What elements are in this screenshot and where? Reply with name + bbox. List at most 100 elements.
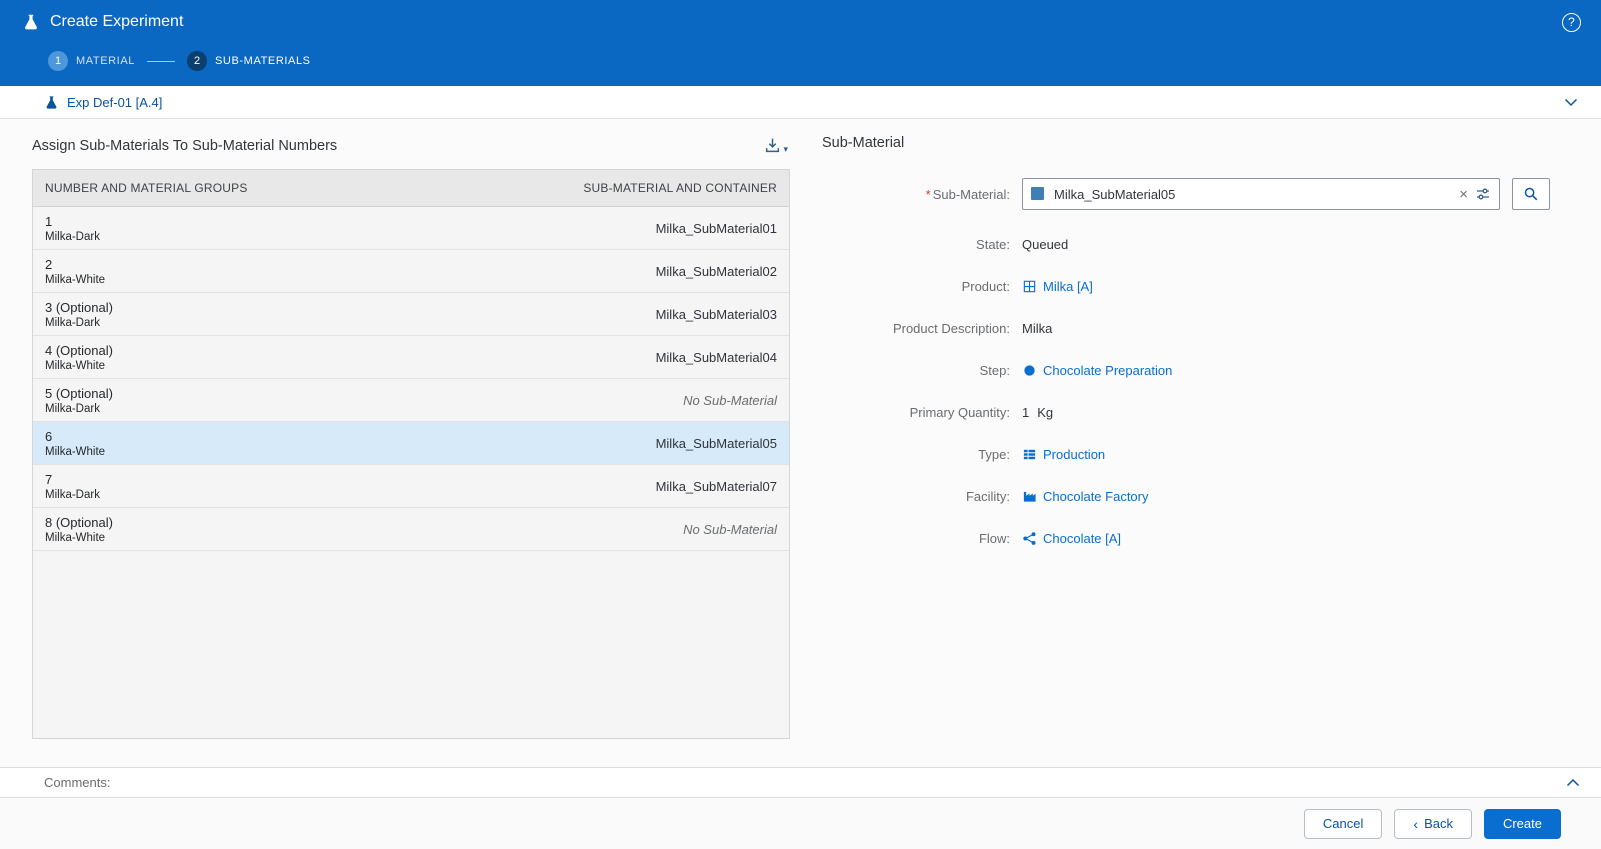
step-label: SUB-MATERIALS bbox=[215, 55, 311, 67]
table-row[interactable]: 5 (Optional) Milka-Dark No Sub-Material bbox=[33, 379, 789, 422]
step-value: Chocolate Preparation bbox=[1043, 363, 1172, 378]
sub-material-input[interactable] bbox=[1022, 178, 1500, 210]
type-field-row: Type: Production bbox=[822, 447, 1555, 462]
wizard-step-material[interactable]: 1 MATERIAL bbox=[48, 51, 135, 71]
flask-icon bbox=[44, 95, 59, 110]
page-title: Create Experiment bbox=[50, 13, 183, 31]
chevron-up-icon[interactable] bbox=[1565, 775, 1581, 791]
type-list-icon bbox=[1022, 447, 1037, 462]
sub-material-table: NUMBER AND MATERIAL GROUPS SUB-MATERIAL … bbox=[32, 169, 790, 739]
row-material-cell: 5 (Optional) Milka-Dark bbox=[45, 386, 113, 415]
assign-panel-header: Assign Sub-Materials To Sub-Material Num… bbox=[32, 135, 790, 156]
wizard-step-sub-materials[interactable]: 2 SUB-MATERIALS bbox=[187, 51, 311, 71]
experiment-title: Exp Def-01 [A.4] bbox=[67, 95, 162, 110]
sub-material-detail-panel: Sub-Material *Sub-Material: × bbox=[790, 119, 1601, 767]
row-number: 2 bbox=[45, 257, 105, 272]
row-sub-material: Milka_SubMaterial07 bbox=[656, 479, 777, 494]
detail-panel-title: Sub-Material bbox=[822, 135, 1555, 151]
flow-field-row: Flow: Chocolate [A] bbox=[822, 531, 1555, 546]
cancel-button[interactable]: Cancel bbox=[1304, 809, 1382, 839]
row-number: 7 bbox=[45, 472, 100, 487]
step-connector bbox=[147, 61, 175, 62]
primary-quantity-value: 1 bbox=[1022, 405, 1029, 420]
row-group: Milka-White bbox=[45, 360, 113, 372]
facility-link[interactable]: Chocolate Factory bbox=[1022, 489, 1149, 504]
product-description-value: Milka bbox=[1022, 321, 1052, 336]
chevron-down-icon: ▾ bbox=[783, 144, 788, 154]
row-group: Milka-White bbox=[45, 274, 105, 286]
type-link[interactable]: Production bbox=[1022, 447, 1105, 462]
step-label: MATERIAL bbox=[76, 55, 135, 67]
table-row[interactable]: 4 (Optional) Milka-White Milka_SubMateri… bbox=[33, 336, 789, 379]
footer-action-bar: Cancel ‹ Back Create bbox=[0, 797, 1601, 849]
table-row[interactable]: 7 Milka-Dark Milka_SubMaterial07 bbox=[33, 465, 789, 508]
facility-label: Facility: bbox=[822, 489, 1010, 504]
sub-material-label: *Sub-Material: bbox=[822, 187, 1010, 202]
product-field-row: Product: Milka [A] bbox=[822, 279, 1555, 294]
step-field-row: Step: Chocolate Preparation bbox=[822, 363, 1555, 378]
main-content: Assign Sub-Materials To Sub-Material Num… bbox=[0, 119, 1601, 767]
row-sub-material: No Sub-Material bbox=[683, 393, 777, 408]
experiment-header-bar[interactable]: Exp Def-01 [A.4] bbox=[0, 86, 1601, 119]
row-material-cell: 3 (Optional) Milka-Dark bbox=[45, 300, 113, 329]
step-number: 2 bbox=[187, 51, 207, 71]
row-material-cell: 7 Milka-Dark bbox=[45, 472, 100, 501]
product-description-field-row: Product Description: Milka bbox=[822, 321, 1555, 336]
flow-link[interactable]: Chocolate [A] bbox=[1022, 531, 1121, 546]
sub-material-input-group: × bbox=[1022, 178, 1500, 210]
help-icon[interactable]: ? bbox=[1562, 13, 1581, 32]
create-experiment-page: Create Experiment ? 1 MATERIAL 2 SUB-MAT… bbox=[0, 0, 1601, 849]
search-icon bbox=[1523, 186, 1539, 202]
export-button[interactable]: ▾ bbox=[762, 135, 790, 156]
table-row[interactable]: 1 Milka-Dark Milka_SubMaterial01 bbox=[33, 207, 789, 250]
clear-icon[interactable]: × bbox=[1459, 178, 1468, 210]
comments-bar[interactable]: Comments: bbox=[0, 767, 1601, 797]
required-marker: * bbox=[926, 187, 931, 202]
detail-form: *Sub-Material: × bbox=[822, 178, 1555, 546]
table-empty-area bbox=[33, 551, 789, 738]
step-link[interactable]: Chocolate Preparation bbox=[1022, 363, 1172, 378]
column-header-number-groups: NUMBER AND MATERIAL GROUPS bbox=[45, 181, 248, 195]
value-help-icon[interactable] bbox=[1475, 186, 1491, 202]
flow-value: Chocolate [A] bbox=[1043, 531, 1121, 546]
row-sub-material: Milka_SubMaterial02 bbox=[656, 264, 777, 279]
type-label: Type: bbox=[822, 447, 1010, 462]
row-number: 6 bbox=[45, 429, 105, 444]
header: Create Experiment ? 1 MATERIAL 2 SUB-MAT… bbox=[0, 0, 1601, 86]
row-material-cell: 8 (Optional) Milka-White bbox=[45, 515, 113, 544]
primary-quantity-label: Primary Quantity: bbox=[822, 405, 1010, 420]
assign-panel-title: Assign Sub-Materials To Sub-Material Num… bbox=[32, 138, 337, 154]
step-label: Step: bbox=[822, 363, 1010, 378]
sub-material-field-row: *Sub-Material: × bbox=[822, 178, 1555, 210]
state-field-row: State: Queued bbox=[822, 237, 1555, 252]
row-number: 5 (Optional) bbox=[45, 386, 113, 401]
row-sub-material: Milka_SubMaterial03 bbox=[656, 307, 777, 322]
table-header-row: NUMBER AND MATERIAL GROUPS SUB-MATERIAL … bbox=[33, 170, 789, 207]
product-grid-icon bbox=[1022, 279, 1037, 294]
download-icon bbox=[764, 137, 781, 154]
row-material-cell: 1 Milka-Dark bbox=[45, 214, 100, 243]
product-value: Milka [A] bbox=[1043, 279, 1093, 294]
row-material-cell: 4 (Optional) Milka-White bbox=[45, 343, 113, 372]
chevron-down-icon[interactable] bbox=[1563, 94, 1579, 110]
table-row[interactable]: 3 (Optional) Milka-Dark Milka_SubMateria… bbox=[33, 293, 789, 336]
assign-panel: Assign Sub-Materials To Sub-Material Num… bbox=[0, 119, 790, 767]
column-header-sub-material: SUB-MATERIAL AND CONTAINER bbox=[583, 181, 777, 195]
create-button[interactable]: Create bbox=[1484, 809, 1561, 839]
row-material-cell: 6 Milka-White bbox=[45, 429, 105, 458]
factory-icon bbox=[1022, 489, 1037, 504]
chevron-left-icon: ‹ bbox=[1413, 817, 1418, 831]
row-number: 8 (Optional) bbox=[45, 515, 113, 530]
row-sub-material: Milka_SubMaterial05 bbox=[656, 436, 777, 451]
product-link[interactable]: Milka [A] bbox=[1022, 279, 1093, 294]
type-value: Production bbox=[1043, 447, 1105, 462]
search-button[interactable] bbox=[1512, 178, 1550, 210]
state-label: State: bbox=[822, 237, 1010, 252]
table-row[interactable]: 2 Milka-White Milka_SubMaterial02 bbox=[33, 250, 789, 293]
row-number: 1 bbox=[45, 214, 100, 229]
table-row[interactable]: 8 (Optional) Milka-White No Sub-Material bbox=[33, 508, 789, 551]
primary-quantity-unit: Kg bbox=[1037, 405, 1053, 420]
table-row-selected[interactable]: 6 Milka-White Milka_SubMaterial05 bbox=[33, 422, 789, 465]
back-button[interactable]: ‹ Back bbox=[1394, 809, 1472, 839]
row-sub-material: Milka_SubMaterial01 bbox=[656, 221, 777, 236]
